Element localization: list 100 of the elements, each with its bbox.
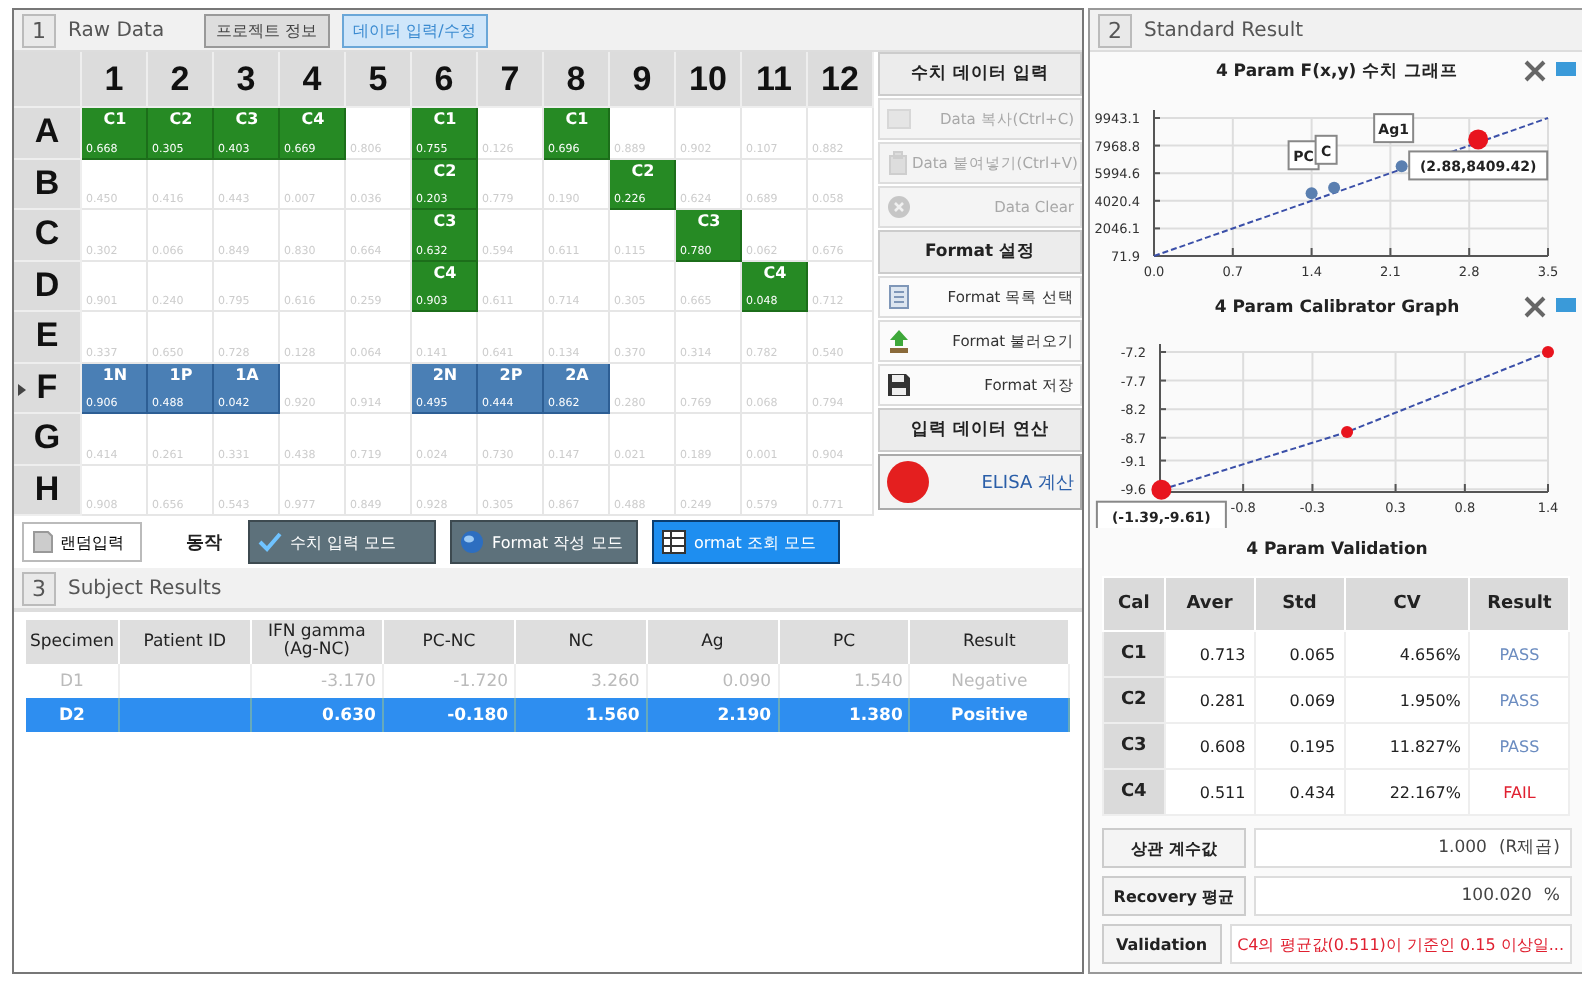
well-label: 1P (169, 365, 193, 383)
column-header: 9 (610, 52, 676, 108)
check-icon (258, 530, 282, 554)
data-point (1395, 160, 1408, 173)
table-cell: -0.180 (382, 698, 516, 732)
column-header: 5 (346, 52, 412, 108)
mode-button[interactable]: ormat 조회 모드 (652, 520, 840, 564)
column-header: Result (1469, 577, 1569, 631)
column-header: PC-NC (382, 620, 516, 664)
row-header: C3 (1103, 723, 1165, 769)
unit-text: % (1543, 886, 1560, 906)
column-header: PC (778, 620, 910, 664)
toolbar-label: 동작 (186, 531, 222, 555)
group-header: Format 설정 (878, 230, 1082, 274)
column-header: CV (1344, 577, 1470, 631)
column-header: Patient ID (118, 620, 251, 664)
data-point (1542, 346, 1554, 358)
save-icon (886, 372, 912, 398)
mode-button[interactable]: Format 작성 모드 (450, 520, 638, 564)
well-label: 2N (432, 365, 458, 383)
well-label: C2 (631, 161, 655, 179)
table-cell: 0.608 (1164, 723, 1255, 769)
tab[interactable]: 데이터 입력/수정 (341, 13, 488, 47)
well-label: 2P (499, 365, 523, 383)
square-icon (886, 106, 912, 132)
section-title: Standard Result (1144, 19, 1304, 41)
window-icon[interactable] (1556, 60, 1576, 76)
data-point (1305, 187, 1318, 200)
clipboard-icon (886, 150, 912, 176)
well-label: C2 (433, 161, 457, 179)
row-label: A (34, 112, 60, 153)
column-header: 11 (742, 52, 808, 108)
column-header: 10 (676, 52, 742, 108)
row-label: F (36, 367, 58, 408)
document-icon (32, 530, 54, 554)
row-label: E (35, 316, 59, 357)
record-icon (886, 460, 930, 504)
well-label: C4 (763, 263, 787, 281)
column-header: 6 (412, 52, 478, 108)
column-header: Result (909, 620, 1069, 664)
data-point (1341, 426, 1354, 438)
calculate-button[interactable]: ELISA 계산 (878, 454, 1082, 510)
value-text: 100.020 (1461, 886, 1532, 906)
column-header: IFN gamma (Ag-NC) (250, 620, 383, 664)
column-header: Specimen (26, 620, 119, 664)
summary-label: Recovery 평균 (1102, 876, 1246, 916)
tab[interactable]: 프로젝트 정보 (204, 13, 330, 47)
data-point (1328, 181, 1341, 194)
section-title: Subject Results (68, 577, 222, 599)
well-label: 1N (102, 365, 128, 383)
well-label: C2 (169, 110, 193, 128)
column-header: 2 (148, 52, 214, 108)
group-header: 수치 데이터 입력 (878, 52, 1082, 96)
table-cell: 0.630 (250, 698, 383, 732)
status-cell: FAIL (1469, 769, 1569, 815)
well-label: C3 (697, 212, 721, 230)
column-header: 4 (280, 52, 346, 108)
table-cell: 4.656% (1344, 631, 1470, 677)
column-header: Aver (1164, 577, 1255, 631)
chart-title: 4 Param F(x,y) 수치 그래프 (1215, 60, 1459, 84)
status-cell: PASS (1469, 631, 1569, 677)
window-icon[interactable] (1556, 296, 1576, 312)
table-cell: 0.195 (1254, 723, 1345, 769)
arrow-icon (886, 328, 912, 354)
unit-text: (R제곱) (1498, 836, 1560, 860)
row-label: G (33, 418, 61, 459)
row-header: C2 (1103, 677, 1165, 723)
section-number: 3 (22, 571, 56, 605)
column-header: 8 (544, 52, 610, 108)
table-cell: 22.167% (1344, 769, 1470, 815)
column-header: NC (515, 620, 647, 664)
table-cell: 1.380 (778, 698, 910, 732)
row-label: C (34, 214, 60, 255)
table-cell: 0.713 (1164, 631, 1255, 677)
well-label: C3 (235, 110, 259, 128)
document-icon (886, 284, 912, 310)
value-text: C4의 평균값(0.511)이 기준인 0.15 이상일... (1237, 933, 1564, 955)
table-cell: 11.827% (1344, 723, 1470, 769)
row-label: D (34, 265, 60, 306)
mode-button[interactable]: 수치 입력 모드 (248, 520, 436, 564)
column-header: 12 (808, 52, 874, 108)
chart-title: 4 Param Calibrator Graph (1214, 298, 1460, 318)
globe-icon (460, 530, 484, 554)
column-header: 3 (214, 52, 280, 108)
table-row[interactable]: D2 0.630 -0.180 1.560 2.190 1.380 Positive (26, 698, 1069, 732)
column-header: Ag (646, 620, 779, 664)
random-input-button[interactable]: 랜덤입력 (22, 522, 142, 562)
data-point (1468, 129, 1489, 150)
summary-label: Validation (1102, 924, 1222, 964)
row-header: C4 (1103, 769, 1165, 815)
section-title: Raw Data (68, 19, 165, 41)
summary-label: 상관 계수값 (1102, 828, 1246, 868)
data-point (1151, 479, 1172, 500)
row-label: H (34, 469, 60, 510)
row-header: C1 (1103, 631, 1165, 677)
status-cell: PASS (1469, 677, 1569, 723)
table-cell: 0.065 (1254, 631, 1345, 677)
status-cell: PASS (1469, 723, 1569, 769)
table-cell: 0.069 (1254, 677, 1345, 723)
well-label: C1 (565, 110, 589, 128)
